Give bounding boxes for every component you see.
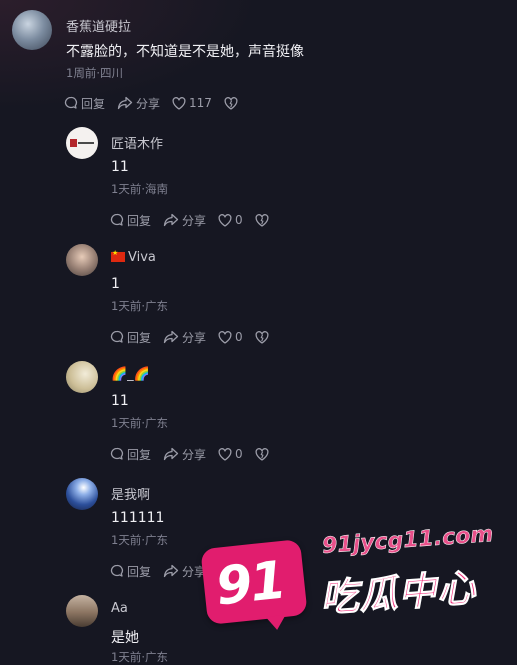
- like-button[interactable]: 0: [218, 330, 243, 344]
- reply-username[interactable]: 🌈_🌈: [111, 367, 150, 382]
- share-button[interactable]: 分享: [163, 212, 206, 229]
- avatar[interactable]: [12, 10, 52, 50]
- reply-meta: 1天前·广东: [111, 650, 168, 664]
- reply-label: 回复: [127, 330, 152, 345]
- share-button[interactable]: 分享: [163, 446, 206, 463]
- reply-button[interactable]: 回复: [110, 446, 151, 463]
- reply-button[interactable]: 回复: [110, 329, 151, 346]
- share-label: 分享: [182, 213, 207, 228]
- reply-icon: [110, 330, 124, 343]
- like-button[interactable]: 0: [218, 447, 243, 461]
- broken-heart-icon: [255, 213, 269, 227]
- watermark-badge-number: 91: [213, 550, 288, 618]
- reply-username[interactable]: Aa: [111, 601, 128, 616]
- reply-meta: 1天前·广东: [111, 416, 168, 430]
- like-count: 117: [189, 96, 212, 110]
- watermark-url: 91jycg11.com: [321, 522, 495, 559]
- reply-text: 11: [111, 159, 129, 175]
- comment-meta: 1周前·四川: [66, 66, 123, 80]
- reply-text: 是她: [111, 630, 139, 646]
- reply-actions: 回复 分享 0: [110, 328, 272, 346]
- share-button[interactable]: 分享: [117, 95, 160, 112]
- reply-meta: 1天前·广东: [111, 299, 168, 313]
- dislike-button[interactable]: [255, 330, 272, 344]
- reply-icon: [110, 564, 124, 577]
- comment-username[interactable]: 香蕉道硬拉: [66, 16, 131, 35]
- reply-text: 11: [111, 393, 129, 409]
- watermark: 91 91jycg11.com 吃瓜中心: [198, 522, 494, 638]
- share-button[interactable]: 分享: [163, 329, 206, 346]
- reply-button[interactable]: 回复: [64, 95, 105, 112]
- heart-icon: [218, 447, 232, 461]
- reply-username[interactable]: Viva: [111, 249, 156, 265]
- avatar[interactable]: [66, 127, 98, 159]
- avatar[interactable]: [66, 244, 98, 276]
- dislike-button[interactable]: [224, 96, 241, 110]
- reply-icon: [64, 96, 78, 109]
- heart-icon: [172, 96, 186, 110]
- reply-text: 1: [111, 276, 120, 292]
- share-icon: [163, 330, 179, 344]
- reply-label: 回复: [127, 564, 152, 579]
- share-icon: [163, 213, 179, 227]
- brand-logo-icon: [70, 139, 94, 147]
- reply-icon: [110, 447, 124, 460]
- avatar[interactable]: [66, 478, 98, 510]
- heart-icon: [218, 330, 232, 344]
- like-count: 0: [235, 447, 243, 461]
- dislike-button[interactable]: [255, 447, 272, 461]
- dislike-button[interactable]: [255, 213, 272, 227]
- watermark-name: 吃瓜中心: [318, 565, 478, 621]
- avatar[interactable]: [66, 361, 98, 393]
- reply-meta: 1天前·海南: [111, 182, 168, 196]
- heart-icon: [218, 213, 232, 227]
- share-icon: [163, 564, 179, 578]
- china-flag-icon: [111, 249, 125, 262]
- reply-meta: 1天前·广东: [111, 533, 168, 547]
- reply-label: 回复: [127, 447, 152, 462]
- reply-username[interactable]: 匠语木作: [111, 133, 163, 152]
- reply-icon: [110, 213, 124, 226]
- reply-username-text: Viva: [128, 250, 156, 265]
- broken-heart-icon: [255, 330, 269, 344]
- reply-actions: 回复 分享 0: [110, 445, 272, 463]
- like-count: 0: [235, 330, 243, 344]
- reply-label: 回复: [81, 96, 106, 111]
- comment-actions: 回复 分享 117: [64, 94, 241, 112]
- reply-button[interactable]: 回复: [110, 212, 151, 229]
- share-icon: [163, 447, 179, 461]
- like-button[interactable]: 0: [218, 213, 243, 227]
- broken-heart-icon: [255, 447, 269, 461]
- share-label: 分享: [182, 330, 207, 345]
- broken-heart-icon: [224, 96, 238, 110]
- share-icon: [117, 96, 133, 110]
- reply-username[interactable]: 是我啊: [111, 484, 150, 503]
- reply-text: 111111: [111, 510, 165, 526]
- avatar[interactable]: [66, 595, 98, 627]
- share-label: 分享: [182, 447, 207, 462]
- like-button[interactable]: 117: [172, 96, 212, 110]
- share-label: 分享: [136, 96, 161, 111]
- reply-label: 回复: [127, 213, 152, 228]
- comment-text: 不露脸的，不知道是不是她，声音挺像: [66, 44, 304, 60]
- reply-actions: 回复 分享 0: [110, 211, 272, 229]
- reply-button[interactable]: 回复: [110, 563, 151, 580]
- like-count: 0: [235, 213, 243, 227]
